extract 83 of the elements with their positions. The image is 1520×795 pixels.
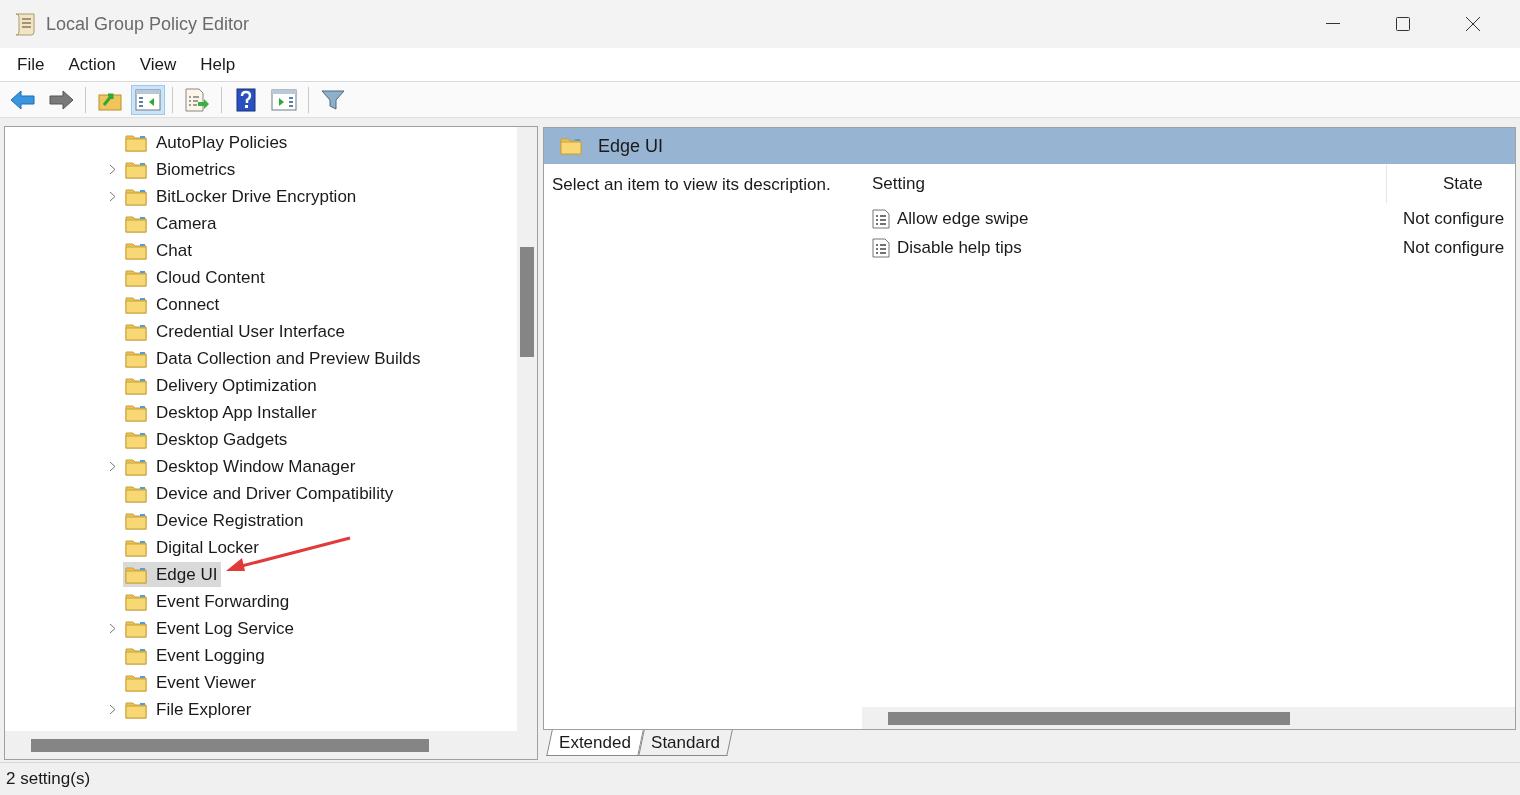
setting-state: Not configure: [1402, 236, 1506, 259]
column-header[interactable]: State: [1387, 165, 1515, 203]
minimize-icon: [1326, 23, 1340, 25]
menu-item[interactable]: Action: [57, 51, 127, 78]
help-icon: [236, 87, 256, 112]
folder-icon: [125, 700, 147, 719]
folder-icon: [125, 646, 147, 665]
folder-icon: [125, 214, 147, 233]
tree-item[interactable]: BitLocker Drive Encryption: [123, 184, 361, 209]
maximize-icon: [1396, 17, 1410, 31]
tree-item[interactable]: Biometrics: [123, 157, 240, 182]
filter-icon: [321, 88, 345, 111]
window-title: Local Group Policy Editor: [46, 12, 250, 36]
chevron-right-icon[interactable]: [108, 623, 116, 634]
column-header[interactable]: Setting: [862, 165, 1387, 203]
tree-item[interactable]: Event Viewer: [123, 670, 260, 695]
folder-icon: [125, 187, 147, 206]
folder-icon: [125, 322, 147, 341]
scrollbar-thumb[interactable]: [888, 711, 1290, 725]
tree-item[interactable]: Event Forwarding: [123, 589, 294, 614]
tree-item[interactable]: Desktop App Installer: [123, 400, 321, 425]
scrollbar-thumb[interactable]: [31, 738, 429, 752]
tree-item[interactable]: Credential User Interface: [123, 319, 349, 344]
close-icon: [1466, 17, 1480, 31]
folder-icon: [560, 137, 582, 155]
chevron-right-icon[interactable]: [108, 461, 116, 472]
tree-item[interactable]: Event Log Service: [123, 616, 298, 641]
menu-item[interactable]: Help: [189, 51, 247, 78]
tree-item[interactable]: Desktop Gadgets: [123, 427, 292, 452]
folder-icon: [125, 403, 147, 422]
folder-icon: [125, 430, 147, 449]
setting-name[interactable]: Allow edge swipe: [897, 205, 1029, 232]
folder-icon: [125, 160, 147, 179]
folder-icon: [125, 295, 147, 314]
description-text: Select an item to view its description.: [552, 175, 831, 194]
tree-item[interactable]: Connect: [123, 292, 224, 317]
tree-item[interactable]: Cloud Content: [123, 265, 269, 290]
tree-item[interactable]: Desktop Window Manager: [123, 454, 360, 479]
menu-item[interactable]: View: [128, 51, 188, 78]
setting-state: Not configure: [1402, 207, 1506, 230]
tree-item[interactable]: AutoPlay Policies: [123, 130, 292, 155]
tree-item[interactable]: Event Logging: [123, 643, 269, 668]
back-arrow-icon: [10, 88, 36, 111]
action-pane-icon: [271, 88, 297, 111]
horizontal-scrollbar[interactable]: [862, 707, 1515, 729]
tree-item[interactable]: Edge UI: [123, 562, 222, 587]
tree-item[interactable]: Device Registration: [123, 508, 308, 533]
status-text: 2 setting(s): [6, 768, 91, 791]
pane-title: Edge UI: [598, 134, 664, 158]
tree-item[interactable]: Camera: [123, 211, 221, 236]
export-list-icon: [184, 87, 210, 112]
folder-icon: [125, 484, 147, 503]
folder-icon: [125, 673, 147, 692]
folder-icon: [125, 538, 147, 557]
setting-name[interactable]: Disable help tips: [897, 234, 1022, 261]
view-tab[interactable]: Extended: [546, 730, 644, 756]
folder-icon: [125, 592, 147, 611]
folder-icon: [125, 619, 147, 638]
tree-item[interactable]: File Explorer: [123, 697, 256, 722]
document-list-icon: [872, 237, 890, 258]
folder-icon: [125, 133, 147, 152]
view-tab[interactable]: Standard: [638, 730, 733, 756]
menu-item[interactable]: File: [6, 51, 56, 78]
chevron-right-icon[interactable]: [108, 191, 116, 202]
folder-icon: [125, 349, 147, 368]
scrollbar-thumb[interactable]: [520, 247, 534, 357]
document-list-icon: [872, 208, 890, 229]
folder-icon: [125, 565, 147, 584]
console-tree-icon: [135, 88, 161, 111]
tree-item[interactable]: Device and Driver Compatibility: [123, 481, 398, 506]
tree-item[interactable]: Chat: [123, 238, 196, 263]
folder-icon: [125, 457, 147, 476]
folder-icon: [125, 511, 147, 530]
forward-arrow-icon: [48, 88, 74, 111]
tree-item[interactable]: Delivery Optimization: [123, 373, 321, 398]
toolbar-button[interactable]: [131, 84, 165, 115]
folder-icon: [125, 241, 147, 260]
folder-icon: [125, 268, 147, 287]
chevron-right-icon[interactable]: [108, 164, 116, 175]
tree-item[interactable]: Digital Locker: [123, 535, 263, 560]
chevron-right-icon[interactable]: [108, 704, 116, 715]
tree-item[interactable]: Data Collection and Preview Builds: [123, 346, 425, 371]
folder-icon: [125, 376, 147, 395]
